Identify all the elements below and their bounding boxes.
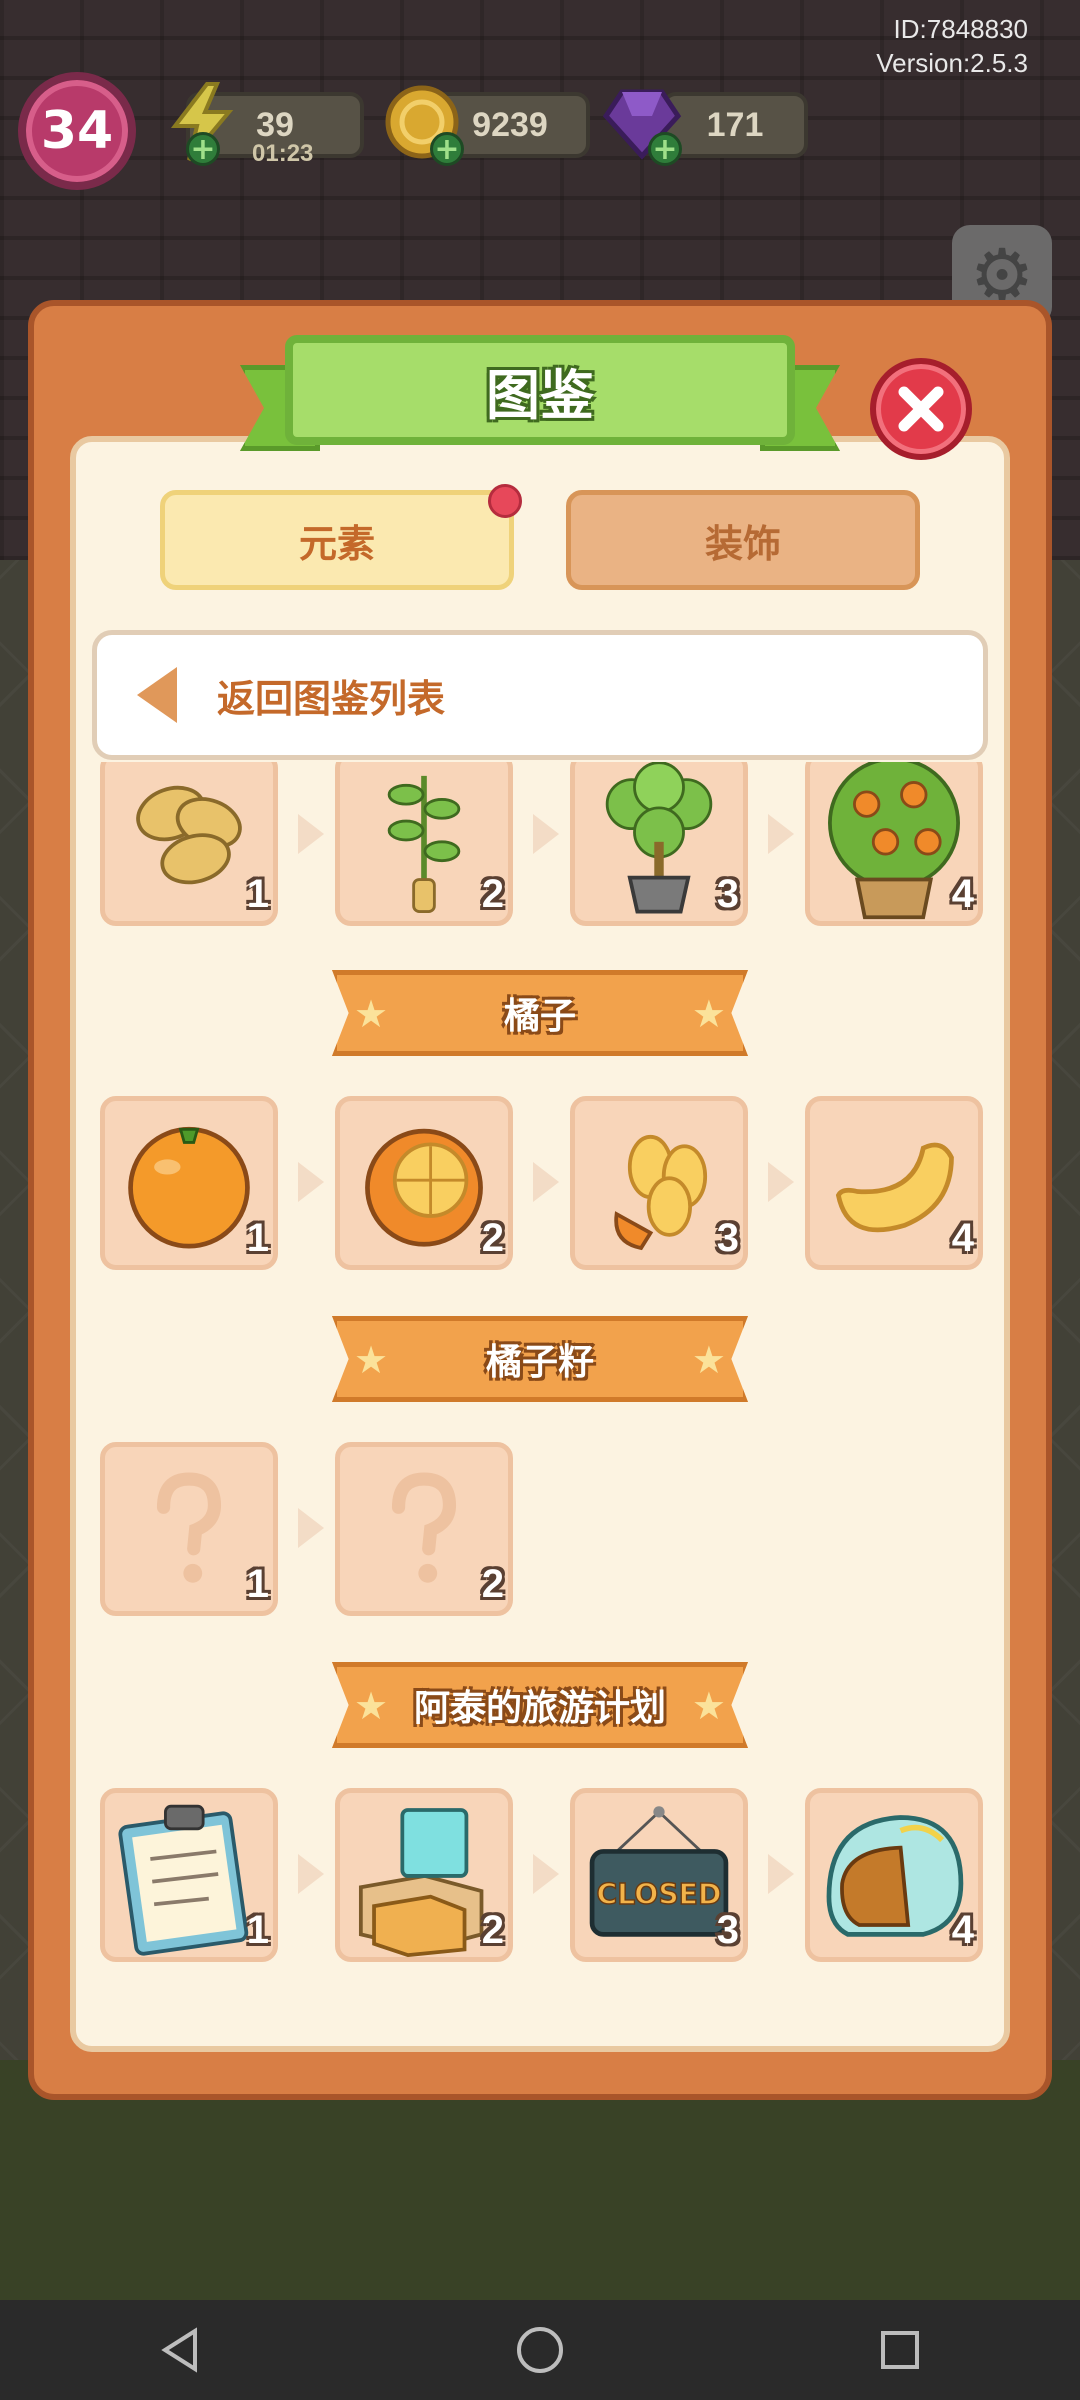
item-card-potted-plant[interactable]: 3 [570, 762, 748, 926]
item-card-orange[interactable]: 1 [100, 1096, 278, 1270]
nav-recents-button[interactable] [850, 2300, 950, 2400]
section-title: 橘子 [503, 996, 576, 1037]
arrow-right-icon [533, 814, 559, 854]
item-level: 1 [246, 1562, 269, 1606]
tab-decorations[interactable]: 装饰 [566, 490, 920, 590]
arrow-right-icon [768, 1854, 794, 1894]
energy-timer: 01:23 [252, 140, 314, 167]
title-ribbon: 图鉴 [240, 335, 840, 460]
coin-value: 9239 [472, 105, 548, 144]
back-label: 返回图鉴列表 [217, 676, 446, 721]
modal-title: 图鉴 [285, 335, 795, 445]
arrow-right-icon [298, 1508, 324, 1548]
arrow-right-icon [533, 1854, 559, 1894]
arrow-right-icon [298, 1162, 324, 1202]
section-banner-orange: ★ ★ 橘子 [332, 970, 748, 1056]
item-level: 3 [716, 1216, 739, 1260]
coin-plus-icon[interactable]: + [430, 132, 464, 167]
back-to-list-button[interactable]: 返回图鉴列表 [92, 630, 988, 760]
item-level: 2 [481, 872, 504, 916]
tab-elements-label: 元素 [298, 521, 375, 566]
arrow-right-icon [768, 814, 794, 854]
item-level: 2 [481, 1562, 504, 1606]
level-badge[interactable]: 34 [18, 72, 136, 190]
item-card-peeled-orange[interactable]: 2 [335, 1096, 513, 1270]
tab-elements[interactable]: 元素 [160, 490, 514, 590]
item-card-sapling[interactable]: 2 [335, 762, 513, 926]
home-circle-icon [517, 2327, 563, 2373]
version-label: Version:2.5.3 [876, 48, 1028, 78]
energy-value: 39 [256, 105, 294, 144]
item-level: 1 [246, 1908, 269, 1952]
item-card-orange-slice[interactable]: 4 [805, 1096, 983, 1270]
item-level: 4 [951, 872, 974, 916]
section-title: 橘子籽 [485, 1342, 594, 1383]
closed-sign-text: CLOSED [597, 1878, 722, 1911]
recents-square-icon [881, 2331, 919, 2369]
player-id: ID:7848830 [893, 14, 1028, 44]
item-level: 1 [246, 1216, 269, 1260]
item-level: 2 [481, 1216, 504, 1260]
close-button[interactable] [870, 358, 972, 460]
tab-decorations-label: 装饰 [704, 521, 781, 566]
item-card-seeds[interactable]: 1 [100, 762, 278, 926]
item-card-orange-tree[interactable]: 4 [805, 762, 983, 926]
item-level: 3 [716, 1908, 739, 1952]
item-level: 3 [716, 872, 739, 916]
notification-dot [488, 484, 522, 518]
arrow-right-icon [298, 1854, 324, 1894]
player-info: ID:7848830 Version:2.5.3 [876, 12, 1028, 80]
item-level: 1 [246, 872, 269, 916]
item-level: 4 [951, 1908, 974, 1952]
close-icon [898, 386, 944, 432]
energy-plus-icon[interactable]: + [186, 132, 220, 167]
item-card-orange-segments[interactable]: 3 [570, 1096, 748, 1270]
back-arrow-icon [137, 667, 177, 723]
section-banner-orange-seed: ★ ★ 橘子籽 [332, 1316, 748, 1402]
arrow-right-icon [298, 814, 324, 854]
item-card-locked[interactable]: 1 [100, 1442, 278, 1616]
item-card-helmet[interactable]: 4 [805, 1788, 983, 1962]
nav-home-button[interactable] [490, 2300, 590, 2400]
back-triangle-icon [161, 2327, 197, 2373]
arrow-right-icon [533, 1162, 559, 1202]
system-nav-bar [0, 2300, 1080, 2400]
item-row-top: 1 2 3 4 [92, 762, 988, 932]
item-level: 4 [951, 1216, 974, 1260]
level-value: 34 [40, 101, 114, 161]
nav-back-button[interactable] [130, 2300, 230, 2400]
arrow-right-icon [768, 1162, 794, 1202]
item-card-closed-sign[interactable]: CLOSED 3 [570, 1788, 748, 1962]
section-title: 阿泰的旅游计划 [413, 1688, 666, 1729]
item-card-locked[interactable]: 2 [335, 1442, 513, 1616]
item-card-boxes[interactable]: 2 [335, 1788, 513, 1962]
gem-value: 171 [706, 105, 764, 144]
item-card-clipboard[interactable]: 1 [100, 1788, 278, 1962]
section-banner-travel-plan: ★ ★ 阿泰的旅游计划 [332, 1662, 748, 1748]
gem-plus-icon[interactable]: + [648, 132, 682, 167]
item-level: 2 [481, 1908, 504, 1952]
